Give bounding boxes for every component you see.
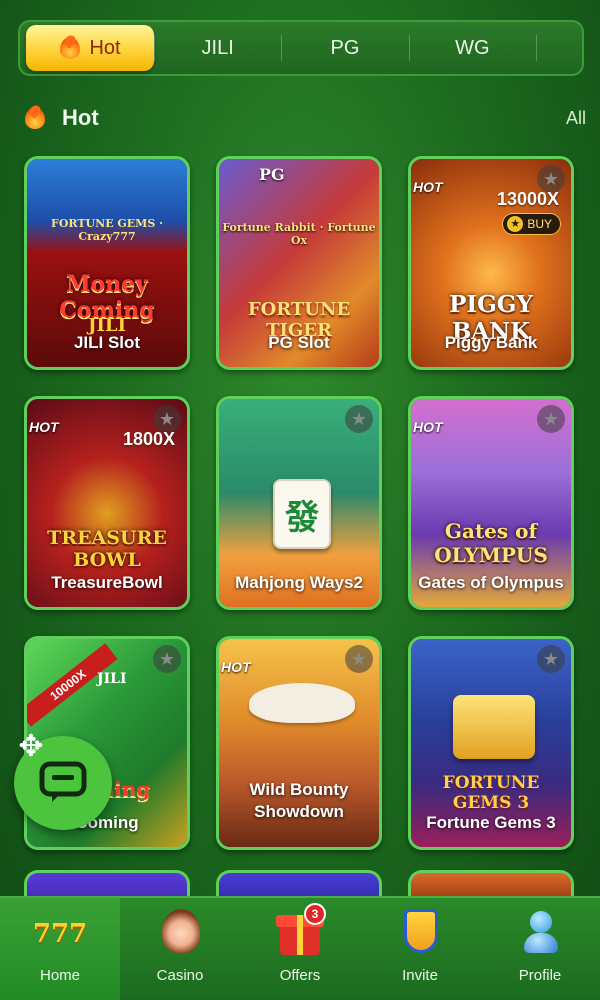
section-header: Hot All xyxy=(24,100,586,136)
game-name: Wild Bounty Showdown xyxy=(219,779,379,823)
game-name: TreasureBowl xyxy=(51,573,163,592)
bottom-nav: 777 Home Casino 3 Offers Invite Profile xyxy=(0,896,600,1000)
offers-badge: 3 xyxy=(304,903,326,925)
nav-offers[interactable]: 3 Offers xyxy=(240,898,360,1000)
game-name: Mahjong Ways2 xyxy=(235,573,363,592)
shield-invite-icon xyxy=(390,905,450,961)
game-card-mahjong-ways2[interactable]: ★ 發 Mahjong Ways2 xyxy=(216,396,382,610)
casino-girl-icon xyxy=(150,905,210,961)
gem-chest xyxy=(453,695,535,759)
see-all-link[interactable]: All xyxy=(566,108,586,129)
star-icon: ★ xyxy=(507,216,524,232)
tab-jili[interactable]: JILI xyxy=(154,25,281,71)
tab-hot[interactable]: Hot xyxy=(26,25,154,71)
game-name: JILI Slot xyxy=(73,333,141,352)
game-name: Piggy Bank xyxy=(444,333,538,352)
gift-icon: 3 xyxy=(270,903,330,961)
nav-casino-label: Casino xyxy=(156,967,204,984)
nav-profile-label: Profile xyxy=(518,967,562,984)
hot-badge: HOT xyxy=(413,419,443,435)
favorite-star-icon[interactable]: ★ xyxy=(345,645,373,673)
nav-profile[interactable]: Profile xyxy=(480,898,600,1000)
game-card-pg-slot[interactable]: PG Fortune Rabbit · Fortune Ox FORTUNE T… xyxy=(216,156,382,370)
flame-icon xyxy=(59,35,81,61)
game-name: PG Slot xyxy=(268,333,330,352)
tab-hot-label: Hot xyxy=(89,36,121,59)
section-title-text: Hot xyxy=(62,105,99,130)
tab-wg[interactable]: WG xyxy=(408,25,536,71)
game-art-sub: Fortune Rabbit · Fortune Ox xyxy=(222,221,376,247)
game-art-extra: FORTUNE GEMS · Crazy777 xyxy=(51,217,163,243)
buy-badge: ★ BUY xyxy=(502,213,561,235)
tab-wg-label: WG xyxy=(455,36,490,59)
nav-home[interactable]: 777 Home xyxy=(0,898,120,1000)
tab-more[interactable] xyxy=(535,25,576,71)
game-badge: PG xyxy=(259,165,285,184)
buy-label: BUY xyxy=(527,217,552,231)
mahjong-tile: 發 xyxy=(273,479,331,549)
favorite-star-icon[interactable]: ★ xyxy=(345,405,373,433)
game-art-title: Gates of OLYMPUS xyxy=(434,519,548,567)
game-name: Gates of Olympus xyxy=(418,573,564,592)
game-art-title: FORTUNE GEMS 3 xyxy=(442,773,540,813)
nav-invite-label: Invite xyxy=(402,967,438,984)
game-card-treasure-bowl[interactable]: HOT ★ 1800X TREASURE BOWL TreasureBowl xyxy=(24,396,190,610)
game-card-wild-bounty[interactable]: HOT ★ Wild Bounty Showdown xyxy=(216,636,382,850)
multiplier-label: 1800X xyxy=(122,429,175,449)
game-card-fortune-gems-3[interactable]: ★ FORTUNE GEMS 3 Fortune Gems 3 xyxy=(408,636,574,850)
slot-777-icon: 777 xyxy=(32,919,88,949)
game-art-sub: JILI xyxy=(97,671,127,687)
game-card-piggy-bank[interactable]: HOT ★ 13000X ★ BUY PIGGY BANK Piggy Bank xyxy=(408,156,574,370)
tile-character: 發 xyxy=(285,497,319,538)
favorite-star-icon[interactable]: ★ xyxy=(537,645,565,673)
game-name-line1: Wild Bounty xyxy=(249,780,349,799)
profile-icon xyxy=(510,905,570,961)
tab-pg-label: PG xyxy=(330,36,360,59)
game-card-jili-slot[interactable]: FORTUNE GEMS · Crazy777 Money Coming JIL… xyxy=(24,156,190,370)
provider-tabs: Hot JILI PG WG xyxy=(18,20,584,76)
multiplier-label: 13000X xyxy=(496,189,559,209)
tab-pg[interactable]: PG xyxy=(281,25,408,71)
cowboy-hat xyxy=(249,683,355,723)
game-name: Fortune Gems 3 xyxy=(426,813,556,832)
tab-jili-label: JILI xyxy=(201,36,234,59)
nav-offers-label: Offers xyxy=(279,967,321,984)
hot-badge: HOT xyxy=(29,419,59,435)
favorite-star-icon[interactable]: ★ xyxy=(537,405,565,433)
game-card-gates-of-olympus[interactable]: HOT ★ Gates of OLYMPUS Gates of Olympus xyxy=(408,396,574,610)
nav-casino[interactable]: Casino xyxy=(120,898,240,1000)
hot-badge: HOT xyxy=(413,179,443,195)
nav-invite[interactable]: Invite xyxy=(360,898,480,1000)
flame-icon xyxy=(24,105,46,131)
game-art-title: TREASURE BOWL xyxy=(47,527,167,571)
hot-badge: HOT xyxy=(221,659,251,675)
nav-home-label: Home xyxy=(39,967,80,984)
favorite-star-icon[interactable]: ★ xyxy=(153,645,181,673)
section-title: Hot xyxy=(24,105,99,131)
drag-move-icon[interactable]: ✥ xyxy=(10,726,52,768)
game-name-line2: Showdown xyxy=(254,802,344,821)
